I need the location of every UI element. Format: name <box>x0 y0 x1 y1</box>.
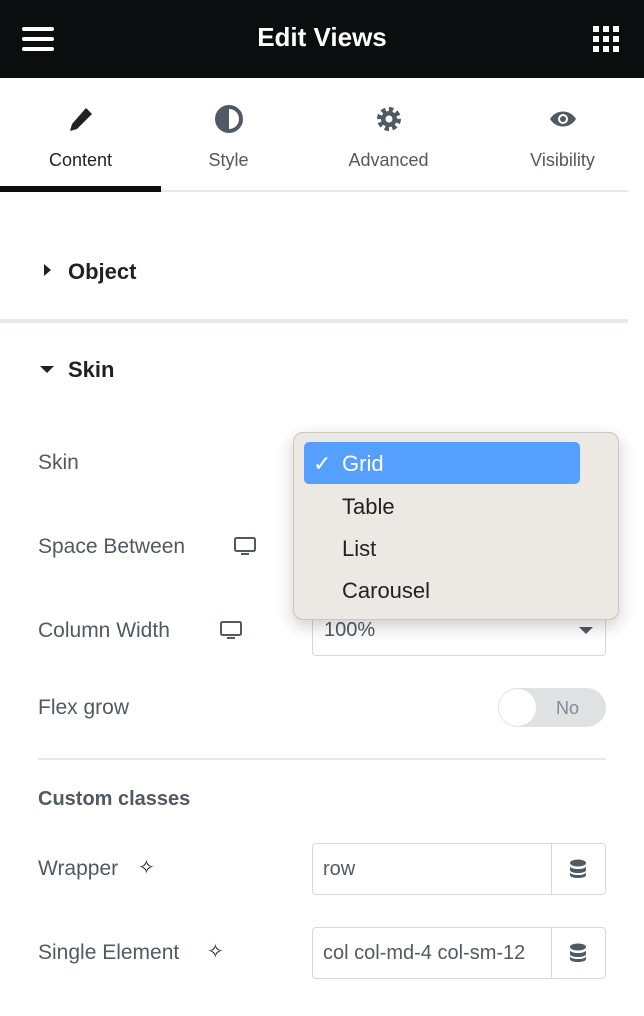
skin-label: Skin <box>38 451 79 474</box>
dropdown-option-table[interactable]: Table <box>342 494 395 520</box>
dropdown-option-grid[interactable]: ✓ Grid <box>304 442 580 484</box>
gear-icon <box>376 107 401 131</box>
tabs-divider <box>161 190 628 192</box>
ai-sparkle-icon[interactable]: ✧ <box>207 939 224 964</box>
panel-title: Edit Views <box>257 22 387 52</box>
space-between-label: Space Between <box>38 535 186 558</box>
section-skin[interactable]: Skin <box>0 348 628 392</box>
caret-down-icon <box>579 627 593 634</box>
half-circle-icon <box>214 105 243 133</box>
eye-icon <box>549 111 576 127</box>
tab-advanced[interactable]: Advanced <box>308 78 469 192</box>
wrapper-input[interactable]: row <box>312 843 606 895</box>
checkmark-icon: ✓ <box>313 451 332 476</box>
custom-classes-heading: Custom classes <box>38 788 191 810</box>
desktop-icon[interactable] <box>234 537 256 557</box>
divider <box>38 758 606 760</box>
database-icon[interactable] <box>569 859 587 879</box>
section-divider <box>0 319 628 323</box>
grid-apps-icon[interactable] <box>593 26 619 52</box>
single-element-input[interactable]: col col-md-4 col-sm-12 <box>312 927 606 979</box>
section-object[interactable]: Object <box>0 250 628 294</box>
tab-visibility[interactable]: Visibility <box>482 78 643 192</box>
database-icon[interactable] <box>569 943 587 963</box>
column-width-label: Column Width <box>38 619 170 642</box>
caret-right-icon <box>44 264 51 276</box>
flex-grow-label: Flex grow <box>38 696 130 719</box>
pencil-icon <box>69 108 92 131</box>
skin-dropdown-menu: ✓ Grid Table List Carousel <box>293 432 619 620</box>
dropdown-option-list[interactable]: List <box>342 536 376 562</box>
desktop-icon[interactable] <box>220 621 242 641</box>
dropdown-option-carousel[interactable]: Carousel <box>342 578 430 604</box>
tab-style[interactable]: Style <box>148 78 309 192</box>
top-bar: Edit Views <box>0 0 644 78</box>
ai-sparkle-icon[interactable]: ✧ <box>138 855 155 880</box>
tab-content[interactable]: Content <box>0 78 161 192</box>
flex-grow-toggle[interactable]: No <box>498 688 606 727</box>
single-element-label: Single Element <box>38 941 180 964</box>
caret-down-icon <box>40 366 54 373</box>
wrapper-label: Wrapper <box>38 857 119 880</box>
